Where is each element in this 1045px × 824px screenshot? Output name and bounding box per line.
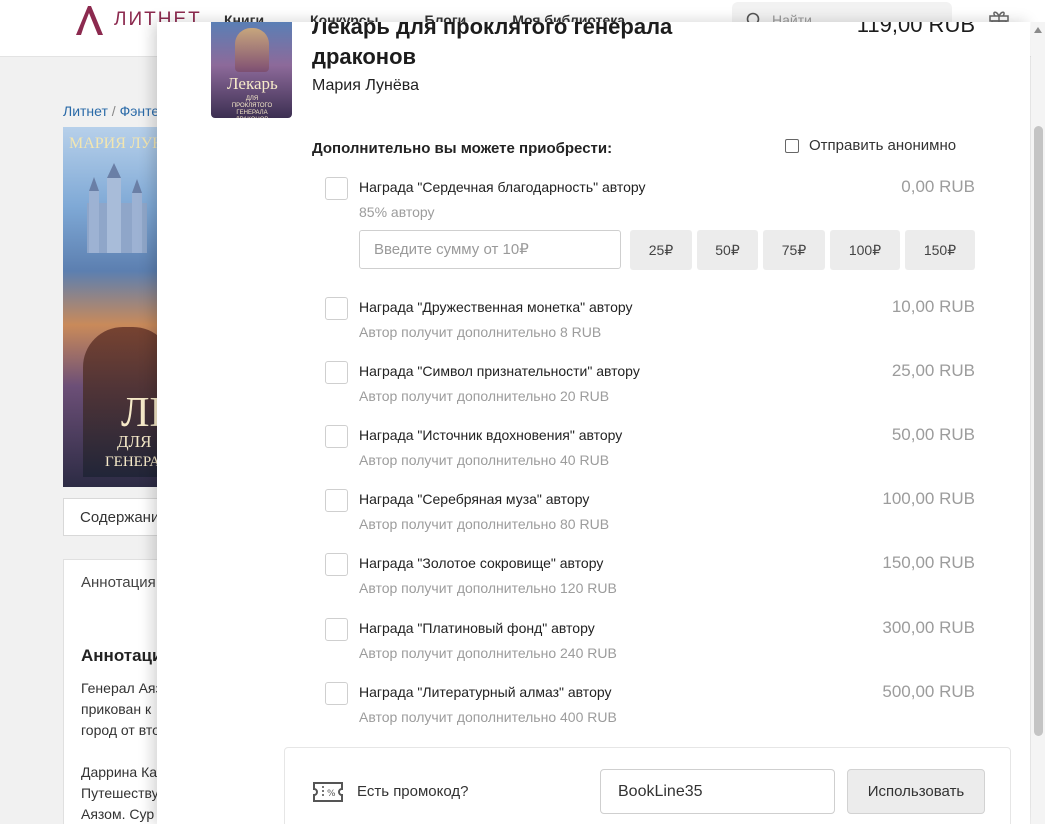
promo-code-section: % Есть промокод? Использовать xyxy=(284,747,1011,824)
book-price: 119,00 RUB xyxy=(856,22,975,37)
purchase-modal: Лекарь ДЛЯ ПРОКЛЯТОГО ГЕНЕРАЛА ДРАКОНОВ … xyxy=(157,22,1030,824)
reward-name: Награда "Серебряная муза" автору xyxy=(359,491,590,507)
reward-amount: 0,00 RUB xyxy=(901,177,975,196)
annotation-line xyxy=(81,741,161,762)
annotation-line: город от вто xyxy=(81,722,160,738)
breadcrumb-home[interactable]: Литнет xyxy=(63,103,108,119)
reward-name: Награда "Источник вдохновения" автору xyxy=(359,427,623,443)
reward-checkbox[interactable] xyxy=(325,553,348,576)
reward-note: 85% автору xyxy=(359,204,435,220)
reward-amount: 10,00 RUB xyxy=(891,297,975,316)
reward-amount: 300,00 RUB xyxy=(882,618,975,637)
reward-checkbox[interactable] xyxy=(325,489,348,512)
annotation-tab[interactable]: Аннотация xyxy=(81,574,156,591)
reward-amount: 500,00 RUB xyxy=(882,682,975,701)
extras-heading: Дополнительно вы можете приобрести: xyxy=(312,140,613,157)
cover-title-line3: ГЕНЕРА xyxy=(105,454,161,470)
modal-book-cover: Лекарь ДЛЯ ПРОКЛЯТОГО ГЕНЕРАЛА ДРАКОНОВ xyxy=(211,22,292,118)
reward-note: Автор получит дополнительно 80 RUB xyxy=(359,516,610,532)
reward-amount: 100,00 RUB xyxy=(882,489,975,508)
modal-scrollbar[interactable] xyxy=(1031,22,1045,824)
reward-note: Автор получит дополнительно 240 RUB xyxy=(359,645,617,661)
ticket-icon: % xyxy=(313,782,343,802)
reward-name: Награда "Золотое сокровище" автору xyxy=(359,555,604,571)
reward-checkbox[interactable] xyxy=(325,425,348,448)
breadcrumb-separator: / xyxy=(111,103,120,119)
reward-note: Автор получит дополнительно 400 RUB xyxy=(359,709,617,725)
scroll-up-arrow-icon[interactable] xyxy=(1034,27,1042,33)
reward-name: Награда "Литературный алмаз" автору xyxy=(359,684,612,700)
amount-chip-50[interactable]: 50₽ xyxy=(697,230,758,270)
reward-checkbox[interactable] xyxy=(325,618,348,641)
anonymous-label: Отправить анонимно xyxy=(809,137,957,154)
reward-amount: 25,00 RUB xyxy=(891,361,975,380)
apply-promo-button[interactable]: Использовать xyxy=(847,769,985,814)
reward-name: Награда "Платиновый фонд" автору xyxy=(359,620,595,636)
reward-name: Награда "Дружественная монетка" автору xyxy=(359,299,633,315)
annotation-line: Даррина Ка xyxy=(81,764,158,780)
reward-checkbox[interactable] xyxy=(325,361,348,384)
modal-cover-subtitle: ДЛЯ ПРОКЛЯТОГО ГЕНЕРАЛА ДРАКОНОВ xyxy=(231,96,273,118)
annotation-line: Генерал Аяз xyxy=(81,680,161,696)
custom-amount-row: 25₽ 50₽ 75₽ 100₽ 150₽ xyxy=(359,230,975,270)
anonymous-checkbox[interactable]: Отправить анонимно xyxy=(785,137,956,154)
annotation-text: Генерал Аяз прикован к город от вто Дарр… xyxy=(81,678,161,824)
reward-note: Автор получит дополнительно 20 RUB xyxy=(359,388,610,404)
reward-checkbox[interactable] xyxy=(325,177,348,200)
scroll-thumb[interactable] xyxy=(1034,126,1043,736)
reward-note: Автор получит дополнительно 40 RUB xyxy=(359,452,610,468)
anonymous-checkbox-box[interactable] xyxy=(785,138,799,153)
annotation-line: Путешеству xyxy=(81,785,159,801)
amount-chip-100[interactable]: 100₽ xyxy=(830,230,900,270)
reward-checkbox[interactable] xyxy=(325,297,348,320)
book-title: Лекарь для проклятого генерала драконов xyxy=(312,22,673,69)
book-author[interactable]: Мария Лунёва xyxy=(312,77,419,95)
reward-amount: 50,00 RUB xyxy=(891,425,975,444)
amount-chip-150[interactable]: 150₽ xyxy=(905,230,975,270)
reward-note: Автор получит дополнительно 8 RUB xyxy=(359,324,602,340)
annotation-line: прикован к xyxy=(81,701,152,717)
reward-amount: 150,00 RUB xyxy=(882,553,975,572)
custom-amount-input[interactable] xyxy=(359,230,621,269)
logo-mark-icon xyxy=(76,6,103,35)
amount-chip-25[interactable]: 25₽ xyxy=(630,230,692,270)
reward-name: Награда "Сердечная благодарность" автору xyxy=(359,179,646,195)
svg-text:%: % xyxy=(327,789,336,799)
promo-code-input[interactable] xyxy=(600,769,835,814)
castle-illustration xyxy=(87,163,147,253)
cover-title-line2: ДЛЯ xyxy=(117,432,152,451)
modal-cover-title: Лекарь xyxy=(227,74,278,93)
reward-note: Автор получит дополнительно 120 RUB xyxy=(359,580,617,596)
amount-chip-75[interactable]: 75₽ xyxy=(763,230,825,270)
reward-name: Награда "Символ признательности" автору xyxy=(359,363,640,379)
reward-checkbox[interactable] xyxy=(325,682,348,705)
annotation-line: Аязом. Сур xyxy=(81,806,155,822)
modal-cover-figure xyxy=(235,28,269,72)
promo-label: Есть промокод? xyxy=(357,783,469,800)
